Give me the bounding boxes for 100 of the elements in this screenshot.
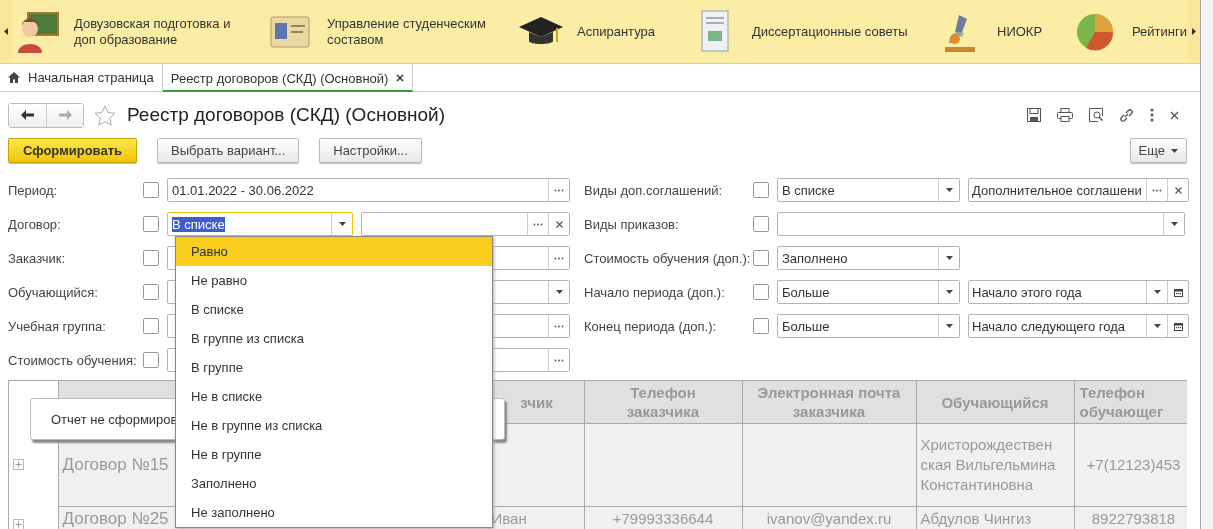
column-header: Телефон заказчика bbox=[584, 381, 742, 424]
dropdown-button[interactable] bbox=[938, 315, 959, 337]
back-button[interactable] bbox=[9, 103, 46, 127]
option-item[interactable]: Не в группе bbox=[176, 440, 492, 469]
calendar-button[interactable] bbox=[1167, 281, 1188, 303]
section-link[interactable]: Диссертационные советы bbox=[752, 23, 927, 40]
calendar-button[interactable] bbox=[1167, 315, 1188, 337]
arrow-left-icon bbox=[21, 110, 34, 120]
caret-icon bbox=[945, 324, 953, 328]
caret-icon bbox=[1192, 28, 1196, 35]
value-field[interactable]: Начало следующего года bbox=[968, 314, 1189, 338]
option-item[interactable]: В группе bbox=[176, 353, 492, 382]
filter-label: Учебная группа: bbox=[8, 318, 107, 334]
section-link[interactable]: Рейтинги bbox=[1132, 23, 1188, 40]
value-field[interactable] bbox=[777, 212, 1185, 236]
value-field[interactable]: Начало этого года bbox=[968, 280, 1189, 304]
filter-label: Виды доп.соглашений: bbox=[584, 182, 724, 198]
checkbox[interactable] bbox=[143, 318, 159, 334]
action-button[interactable]: Выбрать вариант... bbox=[157, 138, 300, 163]
close-icon bbox=[1174, 186, 1182, 194]
filter-label: Обучающийся: bbox=[8, 284, 99, 300]
dropdown-button[interactable] bbox=[548, 281, 569, 303]
condition-field[interactable]: Больше bbox=[777, 314, 960, 338]
section-link[interactable]: Довузовская подготовка и доп образование bbox=[74, 15, 249, 48]
field-value: В списке bbox=[781, 181, 836, 200]
dots-icon bbox=[533, 222, 543, 226]
value-field[interactable] bbox=[361, 212, 570, 236]
table-cell: ivanov@yandex.ru bbox=[742, 506, 916, 529]
dots-icon bbox=[554, 188, 564, 192]
dots-icon bbox=[554, 324, 564, 328]
condition-field[interactable]: В списке bbox=[777, 178, 960, 202]
section-link[interactable]: Аспирантура bbox=[577, 23, 690, 40]
field-value: Заполнено bbox=[781, 249, 849, 268]
checkbox[interactable] bbox=[753, 250, 769, 266]
expand-icon[interactable] bbox=[13, 518, 24, 529]
expand-icon[interactable] bbox=[13, 459, 24, 470]
caret-icon bbox=[1153, 324, 1161, 328]
option-item[interactable]: Равно bbox=[176, 237, 492, 266]
field-value: Больше bbox=[781, 283, 831, 302]
more-button[interactable]: Еще bbox=[1129, 138, 1187, 163]
generate-button[interactable]: Сформировать bbox=[8, 138, 138, 163]
checkbox[interactable] bbox=[143, 182, 159, 198]
link-icon[interactable] bbox=[1119, 107, 1134, 123]
value-field[interactable]: Дополнительное соглашени bbox=[968, 178, 1189, 202]
more-icon[interactable] bbox=[1150, 108, 1154, 122]
dots-icon bbox=[554, 256, 564, 260]
option-item[interactable]: В группе из списка bbox=[176, 324, 492, 353]
condition-field[interactable]: В списке bbox=[167, 212, 354, 236]
field-value: Начало этого года bbox=[971, 283, 1083, 302]
preview-icon[interactable] bbox=[1089, 108, 1103, 122]
action-button[interactable]: Настройки... bbox=[319, 138, 422, 163]
dropdown-button[interactable] bbox=[1163, 213, 1184, 235]
print-icon[interactable] bbox=[1057, 108, 1073, 122]
tab[interactable]: Реестр договоров (СКД) (Основной) bbox=[162, 64, 414, 92]
value-field[interactable]: 01.01.2022 - 30.06.2022 bbox=[167, 178, 570, 202]
dots-icon bbox=[554, 358, 564, 362]
option-item[interactable]: Не равно bbox=[176, 266, 492, 295]
checkbox[interactable] bbox=[753, 182, 769, 198]
checkbox[interactable] bbox=[143, 216, 159, 232]
caret-icon bbox=[945, 188, 953, 192]
caret-icon bbox=[945, 290, 953, 294]
form-title: Реестр договоров (СКД) (Основной) bbox=[127, 104, 446, 126]
tab[interactable]: Начальная страница bbox=[0, 64, 163, 91]
close-icon[interactable] bbox=[1170, 110, 1179, 120]
filter-label: Начало периода (доп.): bbox=[584, 284, 726, 300]
checkbox[interactable] bbox=[143, 250, 159, 266]
scroll-left-button[interactable] bbox=[0, 0, 12, 63]
star-icon[interactable] bbox=[94, 104, 116, 126]
dropdown-button[interactable] bbox=[938, 179, 959, 201]
field-value: 01.01.2022 - 30.06.2022 bbox=[171, 181, 315, 200]
table-cell: Абдулов Чингиз bbox=[916, 506, 1074, 529]
calendar-icon bbox=[1173, 287, 1183, 297]
checkbox[interactable] bbox=[143, 352, 159, 368]
caret-icon bbox=[555, 290, 563, 294]
option-item[interactable]: В списке bbox=[176, 295, 492, 324]
filter-label: Стоимость обучения: bbox=[8, 352, 138, 368]
dropdown-button[interactable] bbox=[938, 281, 959, 303]
caret-icon bbox=[945, 256, 953, 260]
clear-button[interactable] bbox=[548, 213, 569, 235]
dropdown-button[interactable] bbox=[331, 213, 353, 235]
checkbox[interactable] bbox=[143, 284, 159, 300]
close-icon bbox=[555, 220, 563, 228]
column-header: Обучающийся bbox=[916, 381, 1074, 424]
calendar-icon bbox=[1173, 321, 1183, 331]
caret-icon bbox=[1170, 222, 1178, 226]
scroll-right-button[interactable] bbox=[1188, 0, 1200, 63]
close-icon[interactable] bbox=[396, 74, 405, 82]
checkbox[interactable] bbox=[753, 318, 769, 334]
checkbox[interactable] bbox=[753, 216, 769, 232]
condition-field[interactable]: Больше bbox=[777, 280, 960, 304]
field-value: Больше bbox=[781, 317, 831, 336]
checkbox[interactable] bbox=[753, 284, 769, 300]
option-item[interactable]: Заполнено bbox=[176, 469, 492, 498]
filter-label: Стоимость обучения (доп.): bbox=[584, 250, 752, 266]
dropdown-button[interactable] bbox=[938, 247, 959, 269]
section-link[interactable]: НИОКР bbox=[997, 23, 1070, 40]
save-icon[interactable] bbox=[1027, 108, 1041, 122]
condition-field[interactable]: Заполнено bbox=[777, 246, 960, 270]
section-link[interactable]: Управление студенческим составом bbox=[327, 15, 502, 48]
clear-button[interactable] bbox=[1167, 179, 1188, 201]
